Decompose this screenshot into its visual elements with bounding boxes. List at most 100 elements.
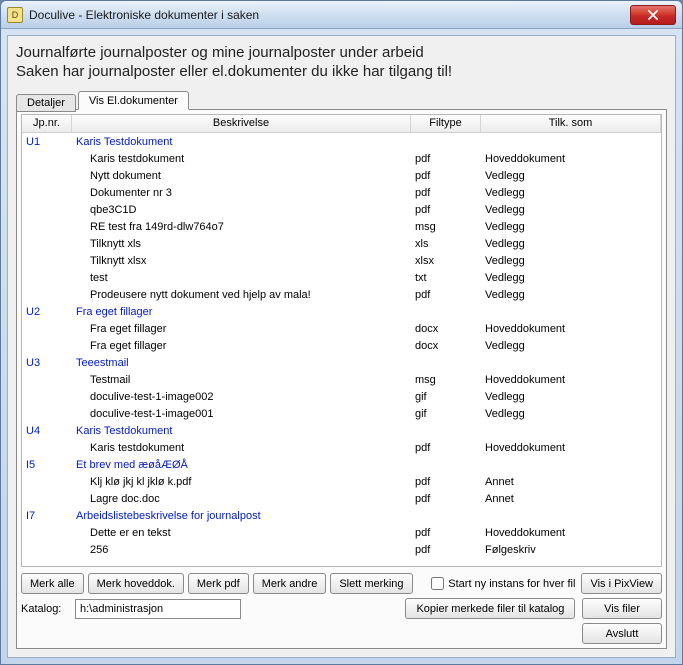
list-item-row[interactable]: Nytt dokumentpdfVedlegg [22, 167, 661, 184]
cell-filtype: pdf [411, 288, 481, 302]
start-ny-instans-checkbox-wrap[interactable]: Start ny instans for hver fil [431, 577, 575, 590]
col-header-jpnr[interactable]: Jp.nr. [22, 115, 72, 132]
cell-filtype: docx [411, 322, 481, 336]
tab-vis-el-dokumenter[interactable]: Vis El.dokumenter [78, 91, 189, 110]
cell-filtype: xlsx [411, 254, 481, 268]
cell-beskrivelse: Karis Testdokument [72, 135, 411, 149]
cell-jpnr [22, 277, 72, 279]
cell-beskrivelse: Tilknytt xlsx [72, 254, 411, 268]
cell-tilk-som: Vedlegg [481, 271, 661, 285]
cell-tilk-som [481, 515, 661, 517]
cell-jpnr [22, 192, 72, 194]
cell-tilk-som [481, 311, 661, 313]
close-button[interactable] [630, 5, 676, 25]
cell-tilk-som: Vedlegg [481, 390, 661, 404]
heading-line2: Saken har journalposter eller el.dokumen… [16, 63, 667, 80]
cell-jpnr [22, 549, 72, 551]
list-item-row[interactable]: Lagre doc.docpdfAnnet [22, 490, 661, 507]
cell-jpnr [22, 209, 72, 211]
cell-beskrivelse: Fra eget fillager [72, 339, 411, 353]
vis-filer-button[interactable]: Vis filer [582, 598, 662, 619]
kopier-button[interactable]: Kopier merkede filer til katalog [405, 598, 575, 619]
cell-tilk-som: Vedlegg [481, 169, 661, 183]
merk-pdf-button[interactable]: Merk pdf [188, 573, 249, 594]
cell-tilk-som: Hoveddokument [481, 373, 661, 387]
cell-tilk-som: Vedlegg [481, 339, 661, 353]
cell-jpnr [22, 294, 72, 296]
list-item-row[interactable]: Dokumenter nr 3pdfVedlegg [22, 184, 661, 201]
list-group-row[interactable]: U1Karis Testdokument [22, 133, 661, 150]
vis-pixview-button[interactable]: Vis i PixView [581, 573, 662, 594]
document-listview[interactable]: Jp.nr. Beskrivelse Filtype Tilk. som U1K… [21, 114, 662, 567]
list-item-row[interactable]: Fra eget fillagerdocxVedlegg [22, 337, 661, 354]
cell-beskrivelse: Karis Testdokument [72, 424, 411, 438]
cell-beskrivelse: Karis testdokument [72, 441, 411, 455]
col-header-filtype[interactable]: Filtype [411, 115, 481, 132]
start-ny-instans-checkbox[interactable] [431, 577, 444, 590]
cell-jpnr [22, 175, 72, 177]
list-item-row[interactable]: Karis testdokumentpdfHoveddokument [22, 439, 661, 456]
cell-jpnr: U1 [22, 135, 72, 149]
cell-jpnr [22, 498, 72, 500]
cell-jpnr [22, 396, 72, 398]
titlebar[interactable]: D Doculive - Elektroniske dokumenter i s… [1, 1, 682, 29]
list-item-row[interactable]: doculive-test-1-image002gifVedlegg [22, 388, 661, 405]
list-item-row[interactable]: testtxtVedlegg [22, 269, 661, 286]
app-icon: D [7, 7, 23, 23]
cell-tilk-som: Annet [481, 475, 661, 489]
list-item-row[interactable]: Prodeusere nytt dokument ved hjelp av ma… [22, 286, 661, 303]
cell-jpnr [22, 158, 72, 160]
cell-beskrivelse: Karis testdokument [72, 152, 411, 166]
cell-beskrivelse: Dette er en tekst [72, 526, 411, 540]
cell-tilk-som: Vedlegg [481, 220, 661, 234]
tab-detaljer[interactable]: Detaljer [16, 94, 76, 112]
katalog-input[interactable] [75, 599, 241, 619]
list-group-row[interactable]: U2Fra eget fillager [22, 303, 661, 320]
list-item-row[interactable]: 256pdfFølgeskriv [22, 541, 661, 558]
cell-tilk-som [481, 362, 661, 364]
cell-tilk-som [481, 141, 661, 143]
avslutt-button[interactable]: Avslutt [582, 623, 662, 644]
merk-andre-button[interactable]: Merk andre [253, 573, 327, 594]
merk-alle-button[interactable]: Merk alle [21, 573, 84, 594]
cell-jpnr: U3 [22, 356, 72, 370]
cell-filtype: pdf [411, 441, 481, 455]
slett-merking-button[interactable]: Slett merking [330, 573, 412, 594]
list-item-row[interactable]: Klj klø jkj kl jklø k.pdfpdfAnnet [22, 473, 661, 490]
cell-filtype: pdf [411, 203, 481, 217]
list-item-row[interactable]: Tilknytt xlsxxlsxVedlegg [22, 252, 661, 269]
cell-tilk-som: Vedlegg [481, 254, 661, 268]
cell-beskrivelse: Tilknytt xls [72, 237, 411, 251]
list-group-row[interactable]: I7Arbeidslistebeskrivelse for journalpos… [22, 507, 661, 524]
list-group-row[interactable]: U4Karis Testdokument [22, 422, 661, 439]
list-group-row[interactable]: I5Et brev med æøåÆØÅ [22, 456, 661, 473]
cell-beskrivelse: Fra eget fillager [72, 305, 411, 319]
merk-hoveddok-button[interactable]: Merk hoveddok. [88, 573, 184, 594]
list-item-row[interactable]: Fra eget fillagerdocxHoveddokument [22, 320, 661, 337]
tab-strip: Detaljer Vis El.dokumenter [16, 88, 667, 110]
cell-beskrivelse: Nytt dokument [72, 169, 411, 183]
col-header-tilk-som[interactable]: Tilk. som [481, 115, 661, 132]
cell-beskrivelse: Klj klø jkj kl jklø k.pdf [72, 475, 411, 489]
list-item-row[interactable]: Dette er en tekstpdfHoveddokument [22, 524, 661, 541]
col-header-beskrivelse[interactable]: Beskrivelse [72, 115, 411, 132]
listview-body: U1Karis TestdokumentKaris testdokumentpd… [22, 133, 661, 566]
cell-tilk-som [481, 430, 661, 432]
list-item-row[interactable]: TestmailmsgHoveddokument [22, 371, 661, 388]
cell-beskrivelse: 256 [72, 543, 411, 557]
cell-beskrivelse: Testmail [72, 373, 411, 387]
cell-jpnr: U2 [22, 305, 72, 319]
list-item-row[interactable]: Tilknytt xlsxlsVedlegg [22, 235, 661, 252]
cell-filtype: pdf [411, 186, 481, 200]
list-item-row[interactable]: Karis testdokumentpdfHoveddokument [22, 150, 661, 167]
cell-filtype [411, 430, 481, 432]
cell-tilk-som: Vedlegg [481, 407, 661, 421]
list-group-row[interactable]: U3Teeestmail [22, 354, 661, 371]
cell-tilk-som: Vedlegg [481, 186, 661, 200]
cell-filtype [411, 141, 481, 143]
list-item-row[interactable]: doculive-test-1-image001gifVedlegg [22, 405, 661, 422]
listview-header: Jp.nr. Beskrivelse Filtype Tilk. som [22, 115, 661, 133]
cell-beskrivelse: Et brev med æøåÆØÅ [72, 458, 411, 472]
list-item-row[interactable]: RE test fra 149rd-dlw764o7msgVedlegg [22, 218, 661, 235]
list-item-row[interactable]: qbe3C1DpdfVedlegg [22, 201, 661, 218]
